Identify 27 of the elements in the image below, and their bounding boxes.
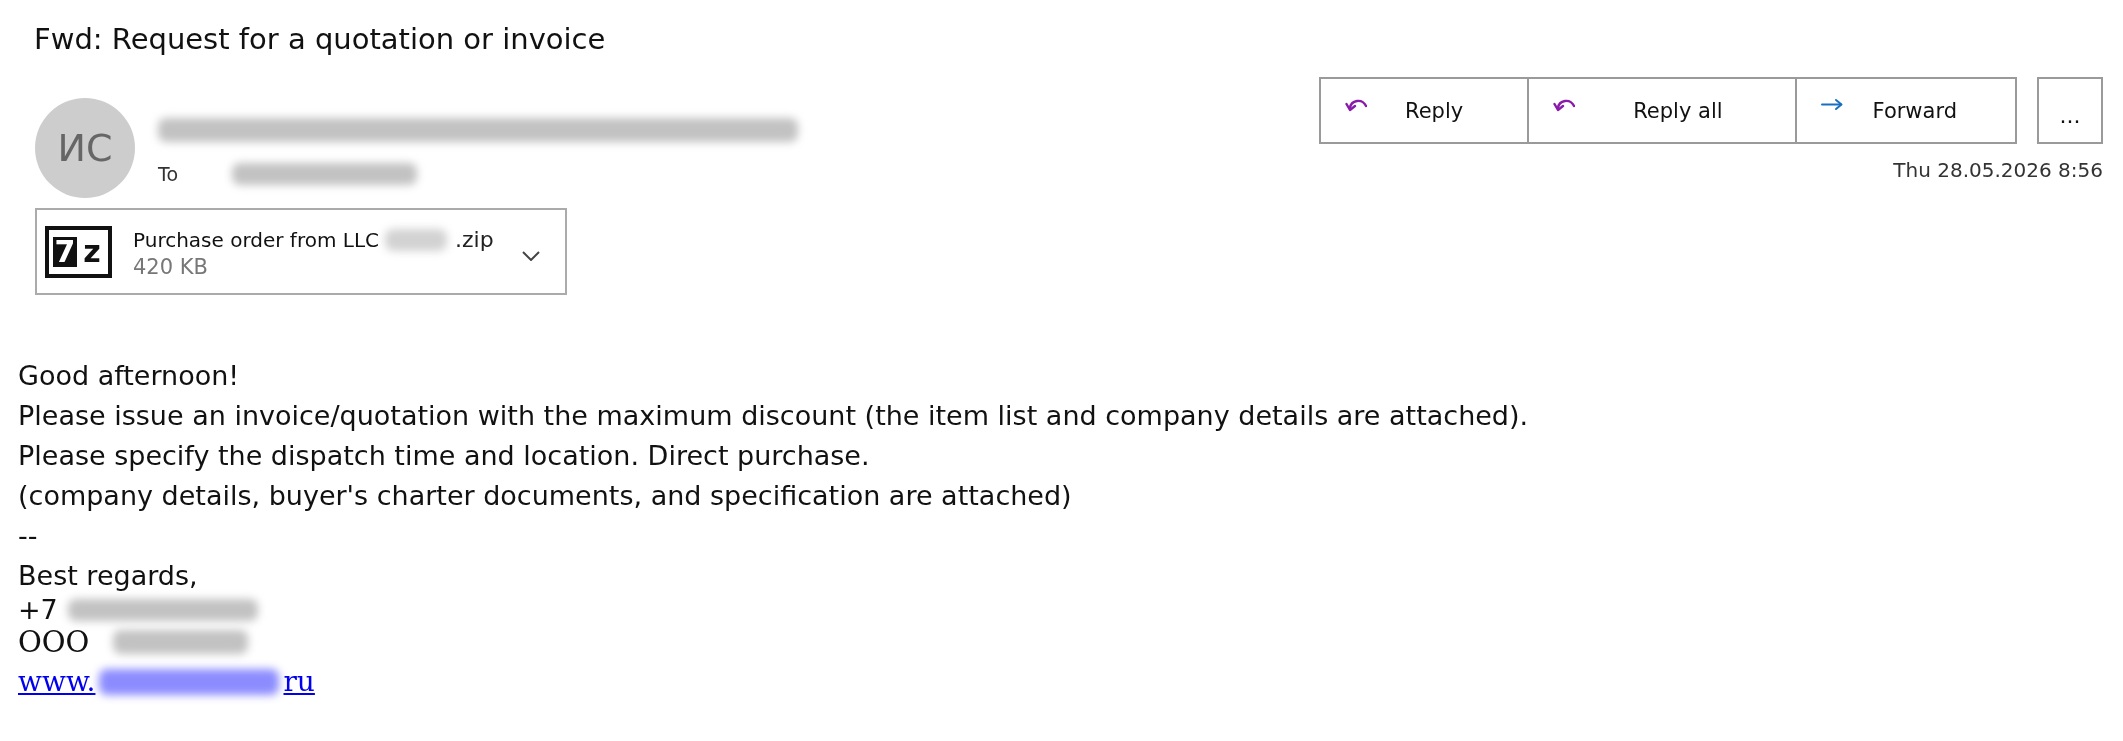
right-arrow-icon — [1820, 97, 1843, 112]
message-line: Please specify the dispatch time and location. Direct purchase. — [18, 439, 870, 473]
message-line: (company details, buyer's charter documents, and specification are attached) — [18, 479, 1072, 513]
forward-button[interactable]: Forward — [1794, 77, 2017, 144]
blurred-text — [385, 228, 447, 251]
chevron-down-icon[interactable] — [521, 250, 540, 261]
reply-button[interactable]: Reply — [1319, 77, 1530, 144]
message-line: Good afternoon! — [18, 359, 240, 393]
received-date: Thu 28.05.2026 8:56 — [1893, 157, 2103, 183]
email-subject: Fwd: Request for a quotation or invoice — [34, 22, 606, 56]
curved-arrow-icon — [1553, 97, 1576, 112]
attachment-name: Purchase order from LLC — [133, 226, 379, 253]
message-line: Best regards, — [18, 559, 198, 593]
archive-file-icon: 7 z — [45, 225, 112, 278]
message-line: Please issue an invoice/quotation with the maximum discount (the item list and company details are attached). — [18, 399, 1529, 433]
attachment-extension: .zip — [455, 226, 494, 253]
attachment-card[interactable]: 7 z Purchase order from LLC .zip 420 KB — [35, 208, 567, 295]
message-line: -- — [18, 519, 38, 553]
attachment-size: 420 KB — [133, 253, 209, 281]
curved-arrow-icon — [1345, 97, 1367, 112]
phone-prefix: +7 — [18, 596, 58, 623]
reply-all-button[interactable]: Reply all — [1527, 77, 1797, 144]
website-link[interactable]: www. ru — [18, 661, 315, 703]
more-options-button[interactable]: ... — [2037, 77, 2103, 144]
company-prefix: OOO — [18, 624, 90, 661]
to-label: To — [158, 162, 178, 186]
avatar: ИС — [35, 98, 135, 198]
